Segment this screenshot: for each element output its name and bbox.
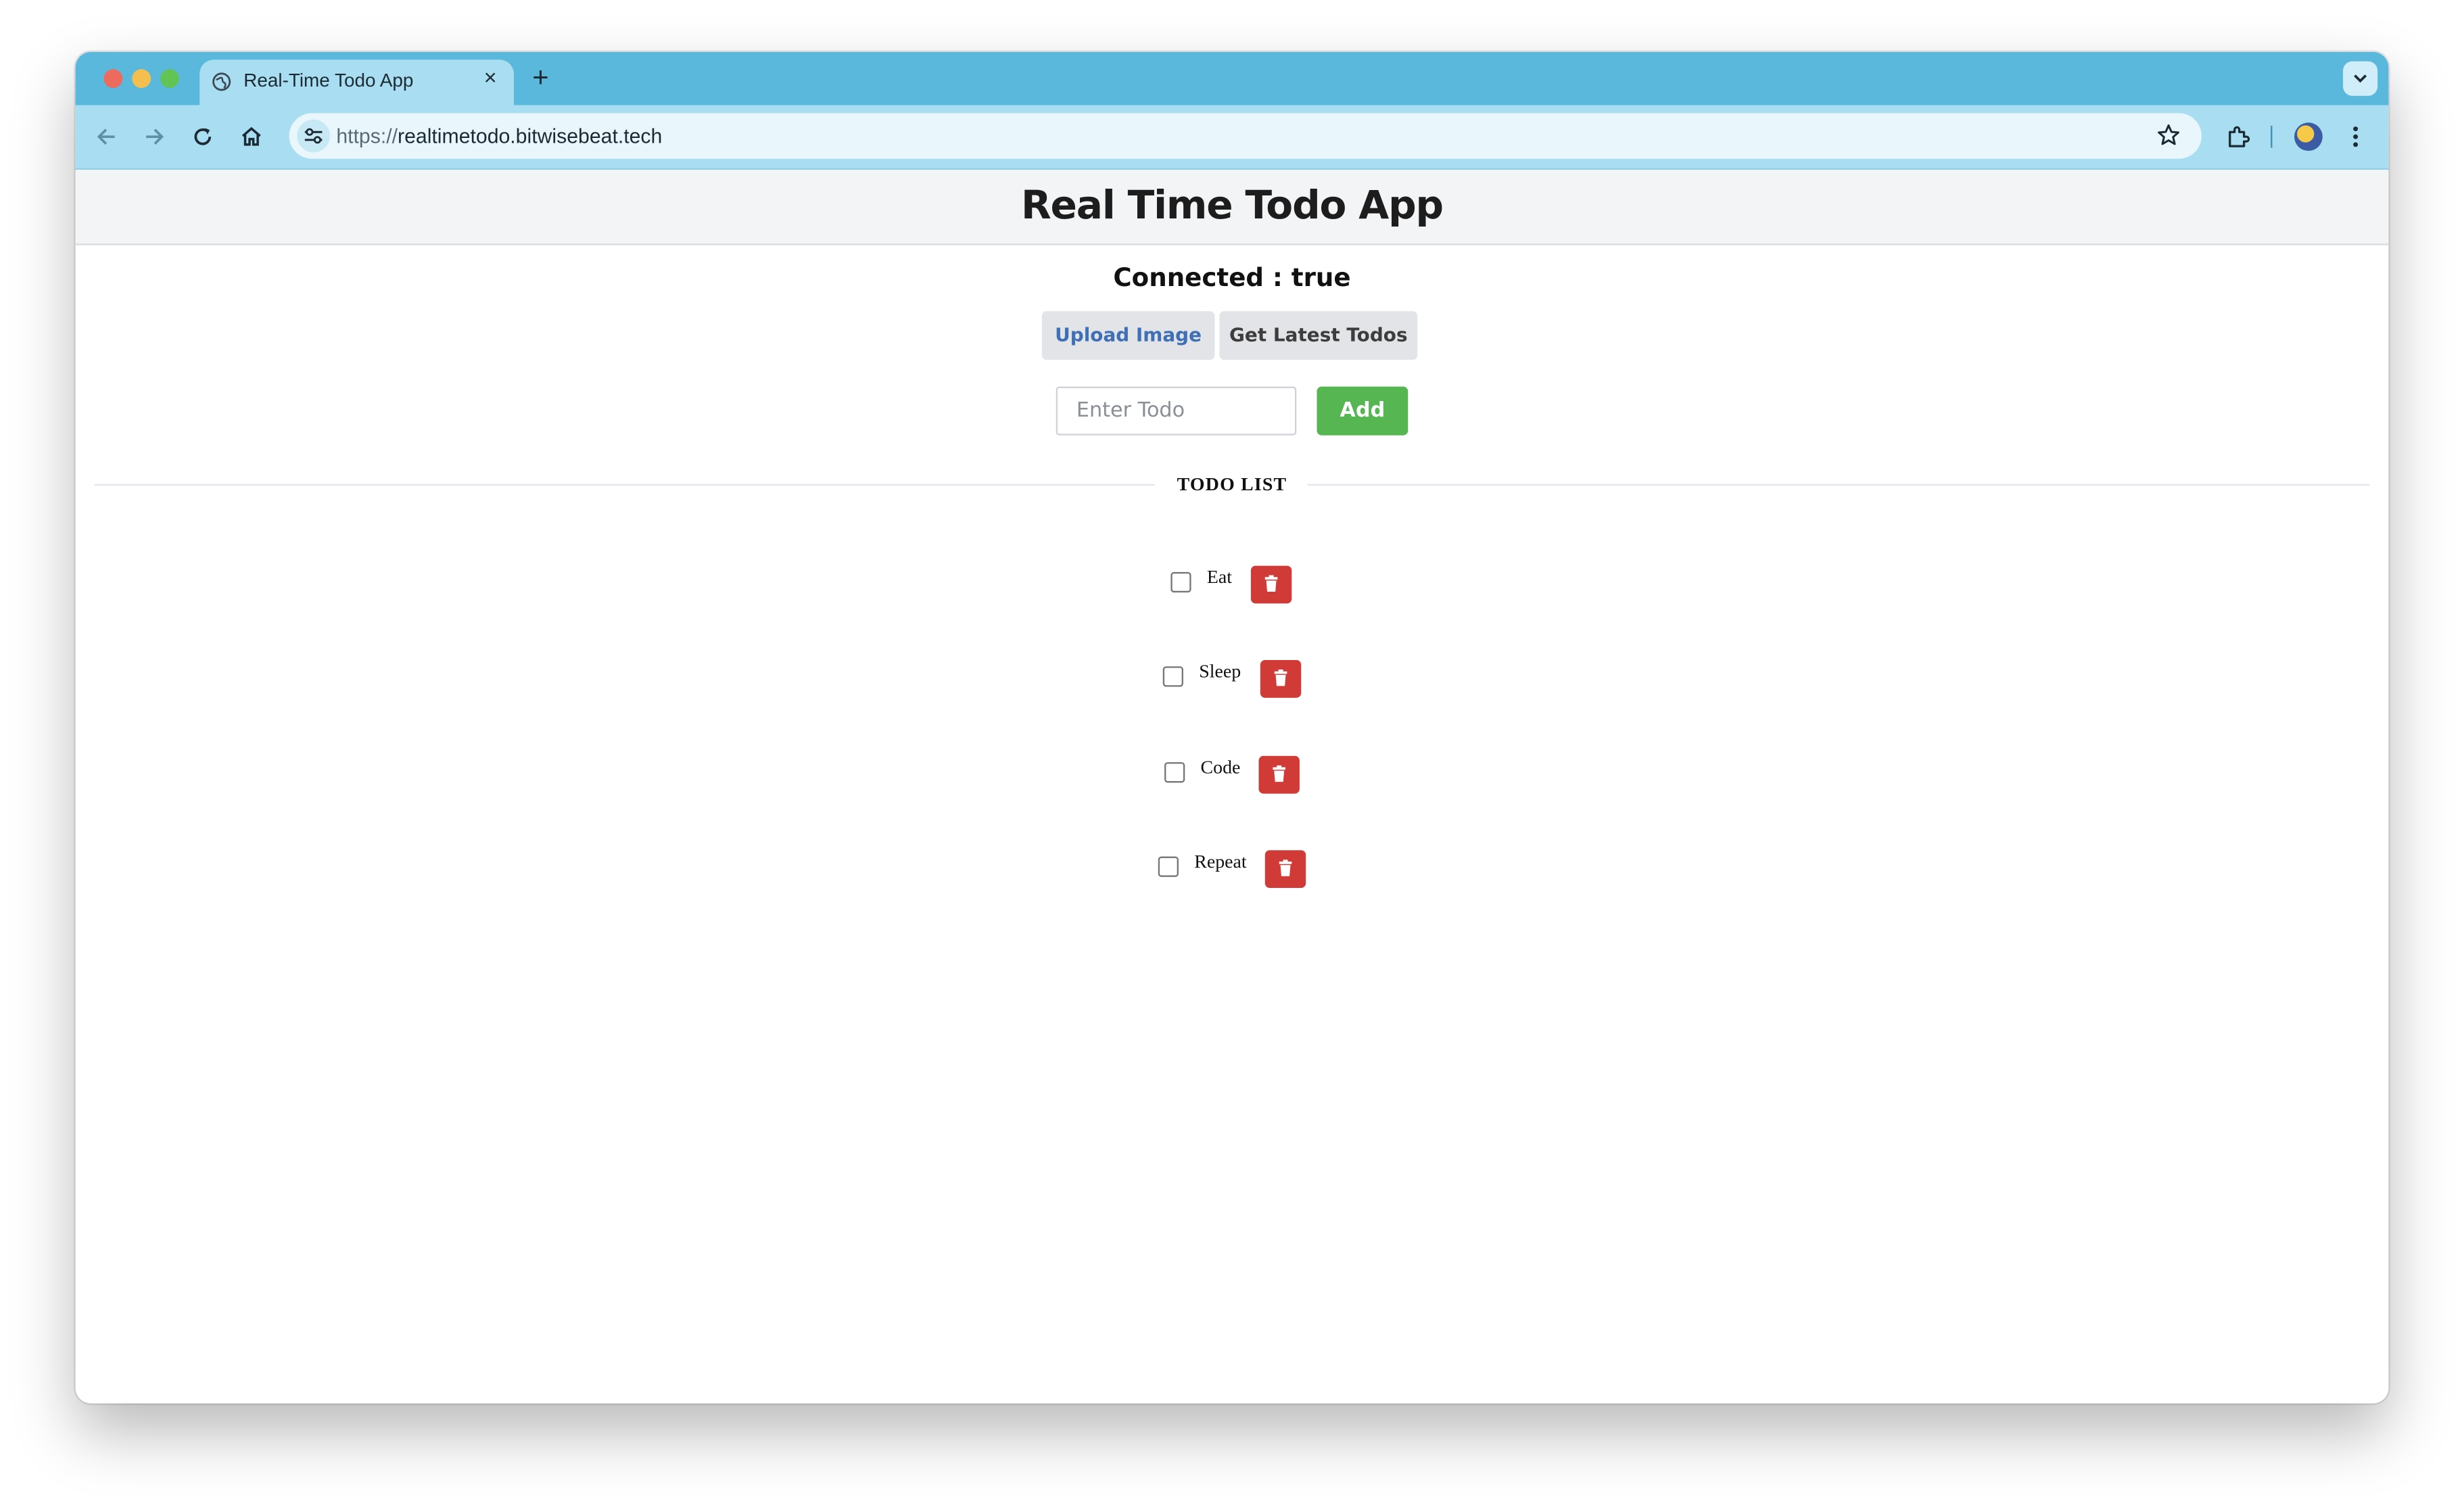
todo-label: Code: [1200, 755, 1241, 778]
todo-checkbox[interactable]: [1162, 666, 1183, 687]
profile-avatar[interactable]: [2294, 122, 2323, 151]
globe-icon: [212, 72, 231, 91]
bookmark-star-icon[interactable]: [2156, 122, 2181, 147]
todo-item: Code: [76, 755, 2389, 797]
url-host: realtimetodo.bitwisebeat.tech: [398, 124, 663, 148]
trash-icon: [1264, 575, 1278, 592]
todo-item: Sleep: [76, 660, 2389, 701]
delete-todo-button[interactable]: [1264, 850, 1306, 889]
divider-right: [1307, 484, 2370, 486]
web-page: Real Time Todo App Connected : true Uplo…: [75, 169, 2389, 1404]
todo-checkbox[interactable]: [1158, 856, 1179, 877]
todo-input[interactable]: [1056, 386, 1297, 436]
back-arrow-icon[interactable]: [94, 124, 119, 149]
site-settings-icon: [304, 128, 323, 144]
todo-label: Eat: [1206, 565, 1233, 588]
tab-close-icon[interactable]: ×: [479, 66, 502, 89]
kebab-menu-icon[interactable]: [2351, 124, 2361, 149]
trash-icon: [1274, 669, 1287, 686]
extensions-icon[interactable]: [2225, 124, 2250, 149]
get-latest-todos-button[interactable]: Get Latest Todos: [1219, 311, 1418, 360]
delete-todo-button[interactable]: [1250, 565, 1292, 604]
todo-item: Eat: [76, 565, 2389, 607]
app-header: Real Time Todo App: [75, 169, 2389, 245]
forward-arrow-icon[interactable]: [141, 124, 166, 149]
home-icon[interactable]: [239, 124, 264, 149]
url-text[interactable]: https://realtimetodo.bitwisebeat.tech: [336, 124, 662, 148]
close-window-button[interactable]: [103, 69, 123, 89]
connection-status: Connected : true: [1113, 262, 1351, 293]
site-settings-button[interactable]: [297, 119, 331, 153]
url-scheme: https://: [336, 124, 398, 148]
browser-window: Real-Time Todo App × + https://realtimet…: [75, 51, 2389, 1404]
tab-title: Real-Time Todo App: [243, 69, 414, 91]
reload-icon[interactable]: [190, 124, 215, 149]
new-tab-button[interactable]: +: [528, 63, 553, 91]
maximize-window-button[interactable]: [160, 69, 179, 89]
todo-label: Repeat: [1194, 850, 1247, 872]
tab-strip: Real-Time Todo App × +: [75, 51, 2389, 109]
browser-toolbar: https://realtimetodo.bitwisebeat.tech: [75, 105, 2389, 170]
tab-search-button[interactable]: [2343, 61, 2378, 96]
delete-todo-button[interactable]: [1260, 660, 1302, 698]
screen: Real-Time Todo App × + https://realtimet…: [0, 0, 2464, 1504]
todo-checkbox[interactable]: [1170, 571, 1191, 593]
delete-todo-button[interactable]: [1258, 755, 1300, 794]
toolbar-divider: [2271, 125, 2273, 148]
add-todo-button[interactable]: Add: [1317, 386, 1408, 436]
trash-icon: [1273, 765, 1286, 782]
chevron-down-icon: [2354, 74, 2367, 83]
address-bar[interactable]: https://realtimetodo.bitwisebeat.tech: [289, 113, 2202, 159]
todo-checkbox[interactable]: [1164, 762, 1185, 783]
minimize-window-button[interactable]: [132, 69, 151, 89]
upload-image-button[interactable]: Upload Image: [1041, 311, 1215, 360]
trash-icon: [1279, 860, 1292, 876]
todo-item: Repeat: [76, 850, 2389, 891]
page-title: Real Time Todo App: [1020, 182, 1444, 228]
todo-label: Sleep: [1199, 660, 1241, 682]
tab-active[interactable]: Real-Time Todo App ×: [199, 60, 514, 109]
